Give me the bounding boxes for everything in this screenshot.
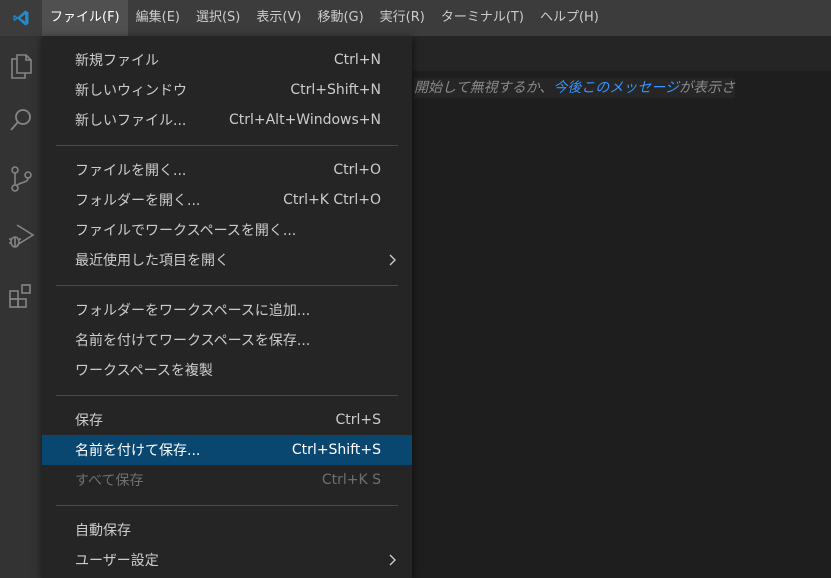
chevron-right-icon [389,554,396,566]
menu-item-new-window[interactable]: 新しいウィンドウ Ctrl+Shift+N [42,75,412,105]
menu-item-open-workspace-from-file[interactable]: ファイルでワークスペースを開く... [42,215,412,245]
editor-text-line: 開始して無視するか、今後このメッセージが表示さ [414,78,736,98]
menu-edit[interactable]: 編集(E) [128,0,188,36]
run-debug-icon[interactable] [0,212,42,260]
menu-run[interactable]: 実行(R) [372,0,433,36]
menu-view[interactable]: 表示(V) [248,0,309,36]
menu-item-save-all: すべて保存 Ctrl+K S [75,472,381,489]
menu-item-add-folder-to-workspace[interactable]: フォルダーをワークスペースに追加... [42,295,412,325]
menu-item-save-as[interactable]: 名前を付けて保存... Ctrl+Shift+S [42,435,412,465]
explorer-icon[interactable] [0,42,42,90]
menu-file[interactable]: ファイル(F) [42,0,128,36]
editor-line-text-after: が表示さ [679,80,736,96]
menu-separator [56,145,398,146]
search-icon[interactable] [0,96,42,144]
menu-item-duplicate-workspace[interactable]: ワークスペースを複製 [42,355,412,385]
menu-separator [56,395,398,396]
menu-selection[interactable]: 選択(S) [188,0,248,36]
menu-item-open-file[interactable]: ファイルを開く... Ctrl+O [42,155,412,185]
menu-item-new-file-picker[interactable]: 新しいファイル... Ctrl+Alt+Windows+N [42,105,412,135]
menu-item-open-recent[interactable]: 最近使用した項目を開く [42,245,412,275]
menu-item-open-folder[interactable]: フォルダーを開く... Ctrl+K Ctrl+O [42,185,412,215]
menu-bar: ファイル(F) 編集(E) 選択(S) 表示(V) 移動(G) 実行(R) ター… [42,0,607,36]
activity-bar [0,36,42,578]
menu-item-save-workspace-as[interactable]: 名前を付けてワークスペースを保存... [42,325,412,355]
menu-go[interactable]: 移動(G) [309,0,371,36]
menu-item-save[interactable]: 保存 Ctrl+S [42,405,412,435]
title-bar: ファイル(F) 編集(E) 選択(S) 表示(V) 移動(G) 実行(R) ター… [0,0,831,36]
menu-help[interactable]: ヘルプ(H) [532,0,607,36]
chevron-right-icon [389,254,396,266]
file-menu-dropdown: 新規ファイル Ctrl+N 新しいウィンドウ Ctrl+Shift+N 新しいフ… [42,36,412,578]
source-control-icon[interactable] [0,155,42,203]
menu-item-new-file[interactable]: 新規ファイル Ctrl+N [42,45,412,75]
vscode-logo-icon [0,0,42,36]
extensions-icon[interactable] [0,272,42,320]
menu-item-auto-save[interactable]: 自動保存 [42,515,412,545]
menu-separator [56,285,398,286]
menu-separator [56,505,398,506]
editor-line-text: 開始して無視するか、 [414,80,554,96]
editor-line-link[interactable]: 今後このメッセージ [553,80,679,96]
menu-item-preferences[interactable]: ユーザー設定 [42,545,412,575]
menu-terminal[interactable]: ターミナル(T) [433,0,532,36]
